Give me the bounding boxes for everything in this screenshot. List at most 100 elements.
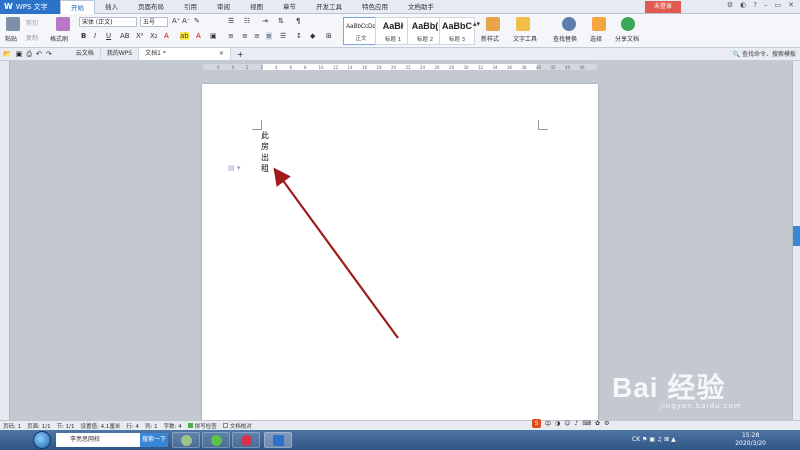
doc-check-toggle[interactable]: 文档校对: [222, 422, 252, 430]
shading-icon[interactable]: ◆: [310, 32, 315, 40]
punctuation-icon[interactable]: ◑: [555, 420, 560, 427]
save-icon[interactable]: ▣: [16, 50, 23, 58]
sogou-logo-icon[interactable]: S: [532, 419, 541, 428]
char-border-icon[interactable]: ▣: [210, 32, 217, 40]
line-spacing-icon[interactable]: ↕: [296, 32, 302, 40]
taskbar-app-browser[interactable]: [202, 432, 230, 448]
ime-mode[interactable]: 中: [545, 419, 551, 428]
borders-icon[interactable]: ⊞: [326, 32, 332, 40]
bullets-icon[interactable]: ☰: [228, 17, 234, 25]
ime-tools-icon[interactable]: ✿: [595, 420, 600, 427]
font-color-icon[interactable]: A: [196, 32, 201, 40]
menu-tab[interactable]: 文档助手: [398, 0, 444, 14]
voice-icon[interactable]: ♪: [575, 420, 579, 427]
shrink-font-icon[interactable]: A⁻: [182, 17, 190, 25]
justify-icon[interactable]: ≡: [266, 32, 272, 40]
align-right-icon[interactable]: ≡: [254, 32, 260, 40]
find-replace-label[interactable]: 查找替换: [553, 34, 577, 43]
numbering-icon[interactable]: ☷: [244, 17, 250, 25]
close-icon[interactable]: ✕: [788, 1, 794, 9]
share-label[interactable]: 分享文档: [615, 34, 639, 43]
print-icon[interactable]: ⎙: [26, 50, 32, 59]
highlight-icon[interactable]: ab: [180, 32, 189, 40]
horizontal-ruler[interactable]: 6 4 2 2 4 6 8 10 12 14 16 18 20 22 24 26 28 30 32 34 36 38 40 4…: [202, 63, 598, 71]
italic-icon[interactable]: I: [94, 32, 96, 40]
cut-button[interactable]: 剪切: [26, 18, 38, 27]
distribute-icon[interactable]: ☰: [280, 32, 286, 40]
app-menu-button[interactable]: W WPS 文字: [0, 0, 60, 14]
find-replace-icon[interactable]: [562, 17, 576, 31]
menu-tab[interactable]: 引用: [174, 0, 207, 14]
document-tab[interactable]: 我的WPS: [101, 48, 140, 60]
new-style-label[interactable]: 新样式: [481, 34, 499, 43]
show-marks-icon[interactable]: ¶: [296, 17, 300, 25]
menu-tab[interactable]: 开始: [60, 0, 95, 14]
subscript-icon[interactable]: X₂: [150, 32, 158, 40]
strikethrough-icon[interactable]: AB: [120, 32, 130, 40]
style-preset[interactable]: AaBb(标题 2: [407, 17, 443, 45]
format-painter-label[interactable]: 格式刷: [50, 34, 68, 43]
restore-icon[interactable]: ▭: [775, 1, 782, 9]
document-page[interactable]: 此房出租 ▤ ▾: [202, 84, 598, 420]
spell-check-toggle[interactable]: 拼写检查: [187, 422, 217, 430]
minimize-icon[interactable]: –: [764, 1, 768, 9]
taskbar-app-files[interactable]: [172, 432, 200, 448]
taskbar-search-button[interactable]: 搜索一下: [140, 433, 168, 447]
style-preset[interactable]: AaBbC 标题 3: [439, 17, 475, 45]
select-icon[interactable]: [592, 17, 606, 31]
format-painter-icon[interactable]: [56, 17, 70, 31]
bold-icon[interactable]: B: [81, 32, 86, 40]
superscript-icon[interactable]: X²: [136, 32, 144, 40]
font-size-select[interactable]: 五号: [140, 17, 168, 27]
align-left-icon[interactable]: ≡: [228, 32, 234, 40]
ime-settings-icon[interactable]: ⚙: [604, 420, 609, 427]
paste-label[interactable]: 粘贴: [5, 34, 17, 43]
align-center-icon[interactable]: ≡: [242, 32, 248, 40]
text-tools-label[interactable]: 文字工具: [513, 34, 537, 43]
redo-icon[interactable]: ↷: [46, 50, 52, 58]
taskbar-app-wps[interactable]: [264, 432, 292, 448]
keyboard-icon[interactable]: ⌨: [582, 420, 591, 427]
style-preset[interactable]: AaBł 标题 1: [375, 17, 411, 45]
indent-icon[interactable]: ⇥: [262, 17, 268, 25]
share-icon[interactable]: [621, 17, 635, 31]
text-effect-icon[interactable]: A: [164, 32, 169, 40]
login-button[interactable]: 未登录: [645, 1, 681, 13]
tray-icons[interactable]: CK ⚑ ▣ ♫ ⊠ ▲: [632, 436, 676, 443]
clear-format-icon[interactable]: ✎: [194, 17, 200, 25]
settings-icon[interactable]: ⚙: [727, 1, 733, 9]
start-button[interactable]: [33, 431, 51, 449]
select-label[interactable]: 选择: [590, 34, 602, 43]
text-tools-icon[interactable]: [516, 17, 530, 31]
underline-icon[interactable]: U: [106, 32, 111, 40]
style-preset[interactable]: AaBbCcDd 正文: [343, 17, 379, 45]
font-name-select[interactable]: 宋体 (正文): [79, 17, 137, 27]
menu-tab[interactable]: 插入: [95, 0, 128, 14]
command-search[interactable]: 🔍 查找命令、搜索模板: [733, 49, 796, 58]
skin-icon[interactable]: ◐: [740, 1, 746, 9]
language-indicator[interactable]: CK: [632, 436, 640, 443]
copy-button[interactable]: 复制: [26, 33, 38, 42]
vertical-scrollbar[interactable]: [792, 61, 800, 420]
help-icon[interactable]: ?: [753, 1, 757, 9]
close-tab-icon[interactable]: ×: [219, 48, 224, 60]
menu-tab[interactable]: 视图: [240, 0, 273, 14]
status-words[interactable]: 字数: 4: [164, 422, 182, 430]
new-tab-icon[interactable]: +: [237, 50, 244, 59]
menu-tab[interactable]: 开发工具: [306, 0, 352, 14]
taskbar-search-input[interactable]: 李亮思网校: [56, 433, 140, 447]
open-icon[interactable]: 📂: [3, 50, 12, 58]
tray-clock[interactable]: 15:28 2020/3/20: [735, 432, 766, 448]
menu-tab[interactable]: 特色应用: [352, 0, 398, 14]
styles-scroll-icon[interactable]: ▴▾: [473, 20, 480, 28]
menu-tab[interactable]: 审阅: [207, 0, 240, 14]
document-tab[interactable]: 文档1 * ×: [139, 48, 231, 60]
emoji-icon[interactable]: ☺: [564, 420, 570, 427]
document-tab[interactable]: 云文档: [70, 48, 101, 60]
new-style-icon[interactable]: [486, 17, 500, 31]
undo-icon[interactable]: ↶: [36, 50, 42, 58]
side-panel-toggle[interactable]: [793, 226, 800, 246]
taskbar-app-media[interactable]: [232, 432, 260, 448]
paste-icon[interactable]: [6, 17, 20, 31]
menu-tab[interactable]: 章节: [273, 0, 306, 14]
